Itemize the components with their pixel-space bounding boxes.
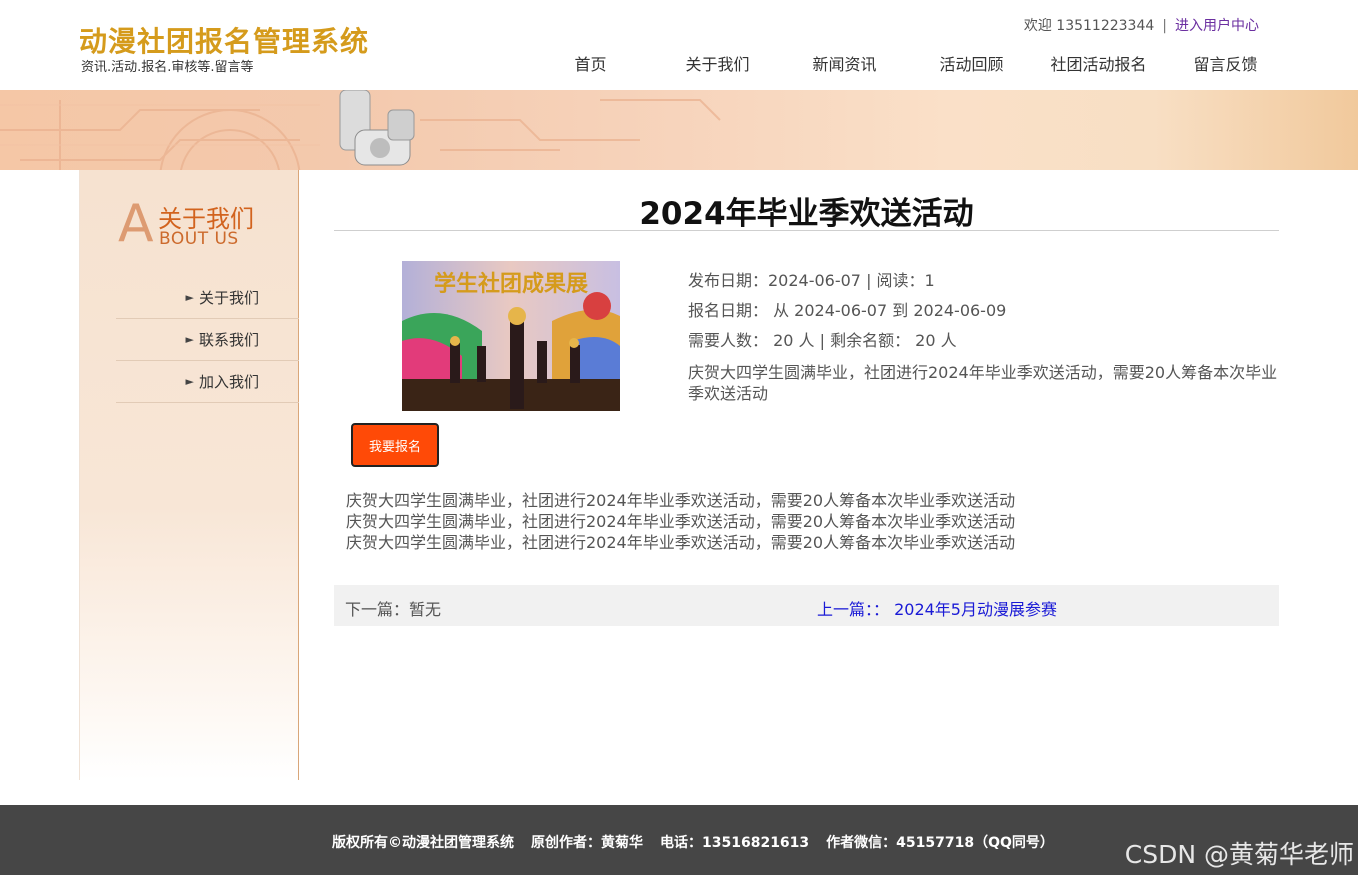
- banner: [0, 90, 1358, 170]
- stage-photo-graphic: 学生社团成果展: [402, 261, 620, 411]
- footer-info: 版权所有©动漫社团管理系统 原创作者：黄菊华 电话：13516821613 作者微信：…: [332, 832, 1071, 852]
- nav-item-feedback[interactable]: 留言反馈: [1162, 51, 1289, 74]
- sidebar-item-contact[interactable]: ► 联系我们: [116, 319, 299, 361]
- site-footer: 版权所有©动漫社团管理系统 原创作者：黄菊华 电话：13516821613 作者微信：…: [0, 805, 1358, 875]
- sidebar-menu: ► 关于我们 ► 联系我们 ► 加入我们: [116, 277, 299, 403]
- photo-caption: 学生社团成果展: [434, 271, 588, 297]
- csdn-watermark: CSDN @黄菊华老师: [1124, 840, 1354, 869]
- welcome-text: 欢迎 13511223344: [1023, 18, 1155, 34]
- sidebar-item-label: 关于我们: [198, 289, 259, 307]
- nav-item-about[interactable]: 关于我们: [654, 51, 781, 74]
- chevron-right-icon: ►: [185, 333, 194, 346]
- body-line: 庆贺大四学生圆满毕业，社团进行2024年毕业季欢送活动，需要20人筹备本次毕业季…: [346, 512, 1016, 531]
- article-body: 庆贺大四学生圆满毕业，社团进行2024年毕业季欢送活动，需要20人筹备本次毕业季…: [346, 490, 1015, 553]
- chevron-right-icon: ►: [185, 291, 194, 304]
- meta-publish: 发布日期：2024-06-07 | 阅读：1: [688, 271, 935, 290]
- prev-article-link[interactable]: 上一篇：： 2024年5月动漫展参赛: [817, 596, 1057, 620]
- nav-item-review[interactable]: 活动回顾: [908, 51, 1035, 74]
- meta-signup-date: 报名日期： 从 2024-06-07 到 2024-06-09: [688, 301, 1007, 320]
- meta-quota: 需要人数： 20 人 | 剩余名额： 20 人: [688, 331, 957, 350]
- sidebar-item-label: 联系我们: [198, 331, 259, 349]
- about-heading: A 关于我们 BOUT US: [118, 196, 278, 252]
- robot-arm-graphic: [339, 90, 415, 166]
- article-main: 2024年毕业季欢送活动 学生社团成果展 发布日期：2024-06-07 | 阅…: [334, 170, 1279, 640]
- site-header: 动漫社团报名管理系统 资讯.活动.报名.审核等.留言等 欢迎 135112233…: [0, 0, 1358, 90]
- user-center-link[interactable]: 进入用户中心: [1175, 18, 1259, 34]
- main-nav: 首页 关于我们 新闻资讯 活动回顾 社团活动报名 留言反馈: [527, 51, 1289, 74]
- title-divider: [334, 230, 1279, 231]
- user-bar: 欢迎 13511223344 | 进入用户中心: [1024, 15, 1259, 35]
- footer-author: 原创作者：黄菊华: [531, 835, 643, 851]
- article-photo: 学生社团成果展: [402, 261, 620, 411]
- next-article: 下一篇：暂无: [345, 600, 442, 619]
- nav-item-signup[interactable]: 社团活动报名: [1035, 51, 1162, 74]
- footer-wechat: 作者微信：45157718（QQ同号）: [826, 835, 1054, 851]
- signup-button[interactable]: 我要报名: [351, 423, 439, 467]
- site-subtitle: 资讯.活动.报名.审核等.留言等: [81, 60, 254, 75]
- chevron-right-icon: ►: [185, 375, 194, 388]
- article-pager: 下一篇：暂无 上一篇：： 2024年5月动漫展参赛: [334, 585, 1279, 626]
- site-title[interactable]: 动漫社团报名管理系统: [79, 20, 369, 60]
- sidebar: A 关于我们 BOUT US ► 关于我们 ► 联系我们 ► 加入我们: [79, 170, 299, 780]
- banner-graphic: [0, 90, 721, 170]
- sidebar-item-about[interactable]: ► 关于我们: [116, 277, 299, 319]
- article-meta: 发布日期：2024-06-07 | 阅读：1 报名日期： 从 2024-06-0…: [688, 266, 1006, 356]
- separator: |: [1162, 18, 1167, 34]
- sidebar-item-join[interactable]: ► 加入我们: [116, 361, 299, 403]
- article-summary: 庆贺大四学生圆满毕业，社团进行2024年毕业季欢送活动，需要20人筹备本次毕业季…: [688, 363, 1278, 403]
- footer-phone: 电话：13516821613: [660, 835, 810, 851]
- body-line: 庆贺大四学生圆满毕业，社团进行2024年毕业季欢送活动，需要20人筹备本次毕业季…: [346, 491, 1016, 510]
- sidebar-item-label: 加入我们: [198, 373, 259, 391]
- about-en-heading: BOUT US: [159, 229, 239, 249]
- about-letter: A: [118, 194, 154, 254]
- footer-copyright: 版权所有©动漫社团管理系统: [332, 835, 514, 851]
- nav-item-news[interactable]: 新闻资讯: [781, 51, 908, 74]
- nav-item-home[interactable]: 首页: [527, 51, 654, 74]
- body-line: 庆贺大四学生圆满毕业，社团进行2024年毕业季欢送活动，需要20人筹备本次毕业季…: [346, 533, 1016, 552]
- article-title: 2024年毕业季欢送活动: [639, 196, 974, 232]
